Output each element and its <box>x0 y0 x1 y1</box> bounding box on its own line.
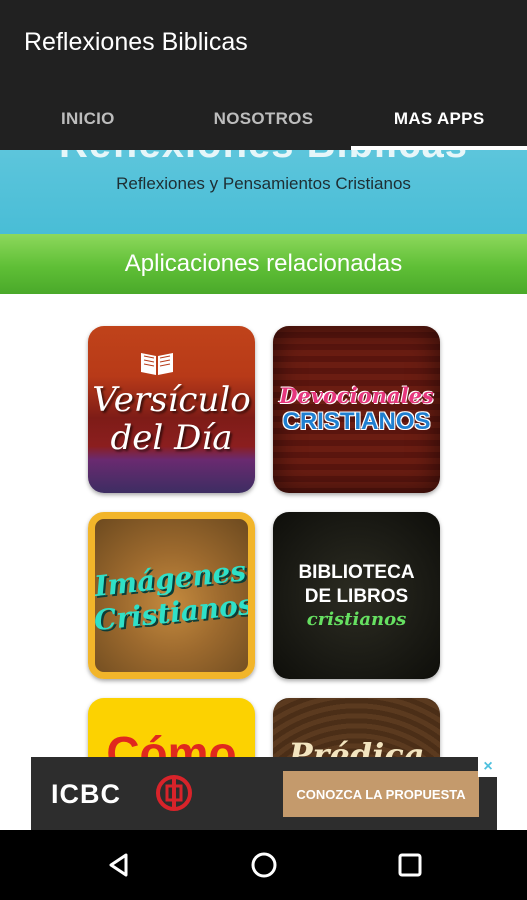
ad-close-icon[interactable]: × <box>478 757 498 777</box>
banner-title: Reflexiones Biblicas <box>0 150 527 167</box>
ad-brand-logo: ICBC <box>51 779 121 809</box>
app-tile-versiculo-del-dia[interactable]: Versículo del Día <box>88 326 255 493</box>
home-circle-icon[interactable] <box>249 850 279 880</box>
app-tile-line2: CRISTIANOS <box>282 408 431 435</box>
system-nav-bar <box>0 830 527 900</box>
app-tile-label: Imágenes Cristianos <box>95 553 248 637</box>
tab-nosotros[interactable]: NOSOTROS <box>176 88 352 150</box>
tab-inicio[interactable]: INICIO <box>0 88 176 150</box>
app-tile-biblioteca-libros[interactable]: BIBLIOTECA DE LIBROS cristianos <box>273 512 440 679</box>
ad-cta-button[interactable]: CONOZCA LA PROPUESTA <box>283 771 479 817</box>
app-tile-line3: cristianos <box>306 609 407 630</box>
app-tile-line1: Devocionales <box>279 383 434 408</box>
app-tile-line2: DE LIBROS <box>304 586 409 607</box>
app-tile-como[interactable]: Cómo <box>88 698 255 757</box>
tab-bar: INICIO NOSOTROS MAS APPS <box>0 88 527 150</box>
app-tile-line2: del Día <box>110 417 233 458</box>
app-title: Reflexiones Biblicas <box>24 28 248 56</box>
app-tile-line1: BIBLIOTECA <box>298 562 415 583</box>
content-scroll-area[interactable]: Reflexiones Biblicas Reflexiones y Pensa… <box>0 150 527 757</box>
app-bar: Reflexiones Biblicas INICIO NOSOTROS MAS… <box>0 0 527 150</box>
app-tile-predica[interactable]: Prédica <box>273 698 440 757</box>
ad-banner[interactable]: ICBC CONOZCA LA PROPUESTA <box>31 757 497 830</box>
back-triangle-icon[interactable] <box>104 850 134 880</box>
tab-mas-apps[interactable]: MAS APPS <box>351 88 527 150</box>
open-book-icon <box>141 353 173 375</box>
app-tile-line1: Versículo <box>92 379 251 420</box>
header-banner: Reflexiones Biblicas Reflexiones y Pensa… <box>0 150 527 234</box>
section-title: Aplicaciones relacionadas <box>124 250 403 277</box>
app-tile-imagenes-cristianas[interactable]: Imágenes Cristianos <box>88 512 255 679</box>
app-tile-label: Devocionales CRISTIANOS <box>279 383 434 436</box>
app-tile-label: BIBLIOTECA DE LIBROS cristianos <box>298 561 414 630</box>
section-header: Aplicaciones relacionadas <box>0 234 527 294</box>
app-tile-label: Versículo del Día <box>92 381 250 457</box>
app-tile-line1: Cómo <box>106 727 237 757</box>
app-tile-line1: Prédica <box>288 736 425 757</box>
recents-square-icon[interactable] <box>395 850 425 880</box>
app-tile-devocionales-cristianos[interactable]: Devocionales CRISTIANOS <box>273 326 440 493</box>
icbc-emblem-icon <box>156 775 192 811</box>
banner-subtitle: Reflexiones y Pensamientos Cristianos <box>116 174 411 193</box>
